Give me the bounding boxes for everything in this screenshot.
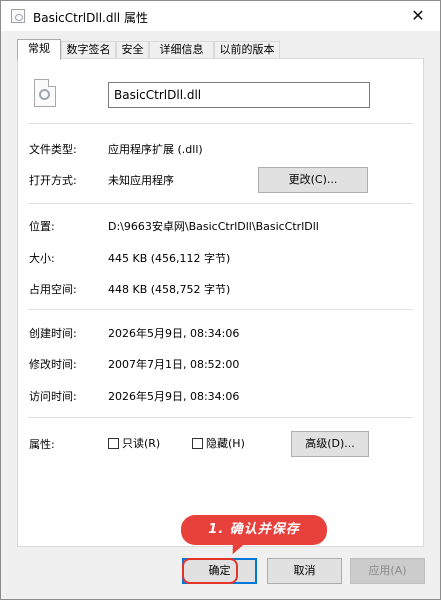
divider (28, 203, 413, 204)
divider (28, 309, 413, 310)
close-button[interactable]: ✕ (396, 1, 440, 31)
size-value: 445 KB (456,112 字节) (108, 252, 231, 265)
hidden-checkbox[interactable]: 隐藏(H) (192, 437, 245, 451)
opens-with-label: 打开方式: (29, 174, 77, 187)
advanced-button[interactable]: 高级(D)... (291, 431, 369, 457)
ok-button[interactable]: 确定 (182, 558, 257, 584)
accessed-value: 2026年5月9日, 08:34:06 (108, 390, 240, 403)
file-name-field[interactable]: BasicCtrlDll.dll (108, 82, 370, 108)
divider (28, 417, 413, 418)
readonly-checkbox[interactable]: 只读(R) (108, 437, 160, 451)
properties-window: BasicCtrlDll.dll 属性 ✕ 常规 数字签名 安全 详细信息 以前… (0, 0, 441, 600)
checkbox-box[interactable] (108, 438, 119, 449)
gear-icon (39, 89, 50, 100)
checkbox-box[interactable] (192, 438, 203, 449)
title-bar: BasicCtrlDll.dll 属性 ✕ (1, 1, 440, 31)
tab-details[interactable]: 详细信息 (149, 41, 214, 59)
file-type-label: 文件类型: (29, 143, 77, 156)
tab-digital-signatures[interactable]: 数字签名 (61, 41, 116, 59)
size-on-disk-value: 448 KB (458,752 字节) (108, 283, 231, 296)
size-on-disk-label: 占用空间: (29, 283, 77, 296)
readonly-checkbox-label: 只读(R) (122, 437, 161, 450)
opens-with-value: 未知应用程序 (108, 174, 174, 187)
apply-button[interactable]: 应用(A) (350, 558, 425, 584)
size-label: 大小: (29, 252, 55, 265)
dll-file-icon (34, 79, 56, 107)
accessed-label: 访问时间: (29, 390, 77, 403)
created-label: 创建时间: (29, 327, 77, 340)
modified-label: 修改时间: (29, 358, 77, 371)
dll-file-icon (11, 9, 25, 23)
tab-security[interactable]: 安全 (116, 41, 149, 59)
change-button[interactable]: 更改(C)... (258, 167, 368, 193)
attributes-label: 属性: (29, 438, 55, 451)
divider (28, 123, 413, 124)
tab-previous-versions[interactable]: 以前的版本 (214, 41, 280, 59)
hidden-checkbox-label: 隐藏(H) (206, 437, 245, 450)
created-value: 2026年5月9日, 08:34:06 (108, 327, 240, 340)
modified-value: 2007年7月1日, 08:52:00 (108, 358, 240, 371)
cancel-button[interactable]: 取消 (267, 558, 342, 584)
file-type-value: 应用程序扩展 (.dll) (108, 143, 203, 156)
general-tab-panel: BasicCtrlDll.dll 文件类型: 应用程序扩展 (.dll) 打开方… (17, 58, 424, 547)
location-value: D:\9663安卓网\BasicCtrlDll\BasicCtrlDll (108, 220, 319, 233)
window-title: BasicCtrlDll.dll 属性 (33, 11, 148, 25)
instruction-callout: 1. 确认并保存 (181, 515, 327, 545)
location-label: 位置: (29, 220, 55, 233)
tab-general[interactable]: 常规 (17, 39, 61, 60)
